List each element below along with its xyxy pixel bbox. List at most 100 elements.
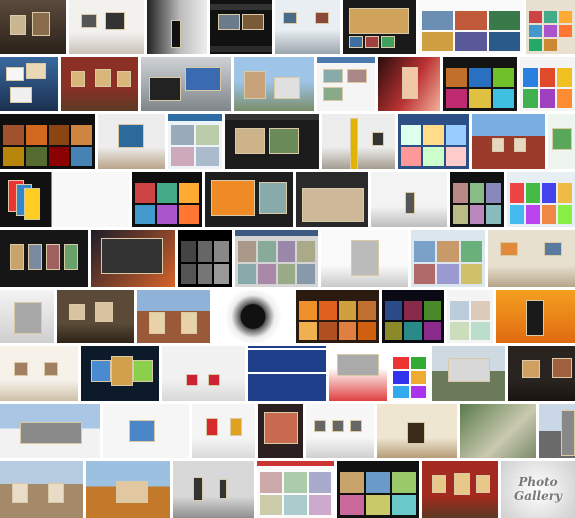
artwork-frame xyxy=(274,77,300,99)
image-result-thumbnail[interactable] xyxy=(275,0,340,54)
artwork-frame xyxy=(14,302,42,334)
image-result-thumbnail[interactable] xyxy=(322,114,395,169)
image-result-thumbnail[interactable] xyxy=(296,172,368,227)
image-result-thumbnail[interactable] xyxy=(382,290,444,343)
image-result-thumbnail[interactable] xyxy=(488,230,575,287)
results-row xyxy=(0,172,575,227)
image-result-thumbnail[interactable] xyxy=(508,346,575,401)
image-result-thumbnail[interactable] xyxy=(257,461,334,518)
image-result-thumbnail[interactable] xyxy=(343,0,416,54)
artwork-frame xyxy=(171,20,181,48)
image-result-thumbnail[interactable] xyxy=(0,114,95,169)
image-result-thumbnail[interactable] xyxy=(390,346,429,401)
image-result-thumbnail[interactable] xyxy=(0,290,54,343)
artwork-frame xyxy=(14,362,28,376)
image-result-thumbnail[interactable] xyxy=(526,0,575,54)
image-result-thumbnail[interactable] xyxy=(472,114,545,169)
image-result-thumbnail[interactable] xyxy=(419,0,523,54)
artwork-frame xyxy=(402,67,418,99)
image-result-thumbnail[interactable] xyxy=(210,0,272,54)
image-result-thumbnail[interactable] xyxy=(61,57,138,111)
artwork-frame xyxy=(26,63,46,79)
image-result-thumbnail[interactable] xyxy=(0,172,129,227)
image-result-thumbnail[interactable] xyxy=(443,57,517,111)
image-result-thumbnail[interactable] xyxy=(520,57,575,111)
image-result-thumbnail[interactable] xyxy=(450,172,504,227)
image-result-thumbnail[interactable] xyxy=(378,57,440,111)
image-result-thumbnail[interactable] xyxy=(86,461,170,518)
image-result-thumbnail[interactable] xyxy=(225,114,319,169)
image-result-thumbnail[interactable] xyxy=(137,290,210,343)
results-row: Photo Gallery xyxy=(0,461,575,518)
image-result-thumbnail[interactable] xyxy=(422,461,498,518)
image-result-thumbnail[interactable] xyxy=(432,346,505,401)
image-result-thumbnail[interactable] xyxy=(213,290,293,343)
image-result-thumbnail[interactable] xyxy=(57,290,134,343)
image-result-thumbnail[interactable] xyxy=(321,230,408,287)
image-result-thumbnail[interactable] xyxy=(317,57,375,111)
image-result-thumbnail[interactable] xyxy=(141,57,231,111)
artwork-frame xyxy=(492,138,504,152)
image-result-thumbnail[interactable] xyxy=(548,114,575,169)
image-result-thumbnail[interactable] xyxy=(234,57,314,111)
image-result-thumbnail[interactable] xyxy=(147,0,207,54)
thumbnail-cell xyxy=(544,11,557,23)
thumbnail-cell xyxy=(557,68,572,87)
image-result-thumbnail[interactable] xyxy=(371,172,447,227)
image-result-thumbnail[interactable] xyxy=(507,172,575,227)
image-result-thumbnail[interactable] xyxy=(337,461,419,518)
image-result-thumbnail[interactable] xyxy=(329,346,387,401)
image-result-thumbnail[interactable] xyxy=(235,230,318,287)
image-result-thumbnail[interactable]: Photo Gallery xyxy=(501,461,575,518)
image-result-thumbnail[interactable] xyxy=(539,404,575,458)
artwork-frame xyxy=(129,420,155,442)
image-result-thumbnail[interactable] xyxy=(0,230,88,287)
thumbnail-cell xyxy=(453,183,468,203)
image-result-thumbnail[interactable] xyxy=(98,114,165,169)
thumbnail-cell xyxy=(492,68,514,87)
image-result-thumbnail[interactable] xyxy=(248,346,326,401)
results-row xyxy=(0,0,575,54)
image-result-thumbnail[interactable] xyxy=(205,172,293,227)
image-result-thumbnail[interactable] xyxy=(69,0,144,54)
image-result-thumbnail[interactable] xyxy=(377,404,457,458)
image-result-thumbnail[interactable] xyxy=(91,230,175,287)
image-result-thumbnail[interactable] xyxy=(0,461,83,518)
image-result-thumbnail[interactable] xyxy=(192,404,255,458)
image-result-thumbnail[interactable] xyxy=(306,404,374,458)
image-result-thumbnail[interactable] xyxy=(178,230,232,287)
artwork-frame xyxy=(20,422,82,444)
thumbnail-cell xyxy=(422,32,454,51)
image-result-thumbnail[interactable] xyxy=(162,346,245,401)
artwork-frame xyxy=(118,124,144,148)
image-result-thumbnail[interactable] xyxy=(81,346,159,401)
image-result-thumbnail[interactable] xyxy=(460,404,536,458)
image-result-thumbnail[interactable] xyxy=(447,290,493,343)
image-result-thumbnail[interactable] xyxy=(0,346,78,401)
thumbnail-cell xyxy=(460,263,482,284)
image-result-thumbnail[interactable] xyxy=(296,290,379,343)
image-result-thumbnail[interactable] xyxy=(0,0,66,54)
artwork-frame xyxy=(193,477,203,501)
image-result-thumbnail[interactable] xyxy=(496,290,575,343)
artwork-frame xyxy=(149,312,165,334)
artwork-frame xyxy=(64,244,78,270)
thumbnail-cell xyxy=(181,241,196,262)
thumbnail-cell xyxy=(542,183,556,203)
image-result-thumbnail[interactable] xyxy=(103,404,189,458)
image-result-thumbnail[interactable] xyxy=(173,461,254,518)
thumbnail-cell xyxy=(423,321,441,340)
image-result-thumbnail[interactable] xyxy=(398,114,469,169)
thumbnail-cell xyxy=(25,125,47,145)
image-result-thumbnail[interactable] xyxy=(0,404,100,458)
thumbnail-cell xyxy=(558,204,572,224)
thumbnail-cell xyxy=(196,146,219,166)
thumbnail-cell xyxy=(410,371,426,384)
thumbnail-cell xyxy=(529,25,542,37)
thumbnail-cell xyxy=(526,183,540,203)
image-result-thumbnail[interactable] xyxy=(132,172,202,227)
image-result-thumbnail[interactable] xyxy=(168,114,222,169)
image-result-thumbnail[interactable] xyxy=(0,57,58,111)
image-result-thumbnail[interactable] xyxy=(411,230,485,287)
image-result-thumbnail[interactable] xyxy=(258,404,303,458)
